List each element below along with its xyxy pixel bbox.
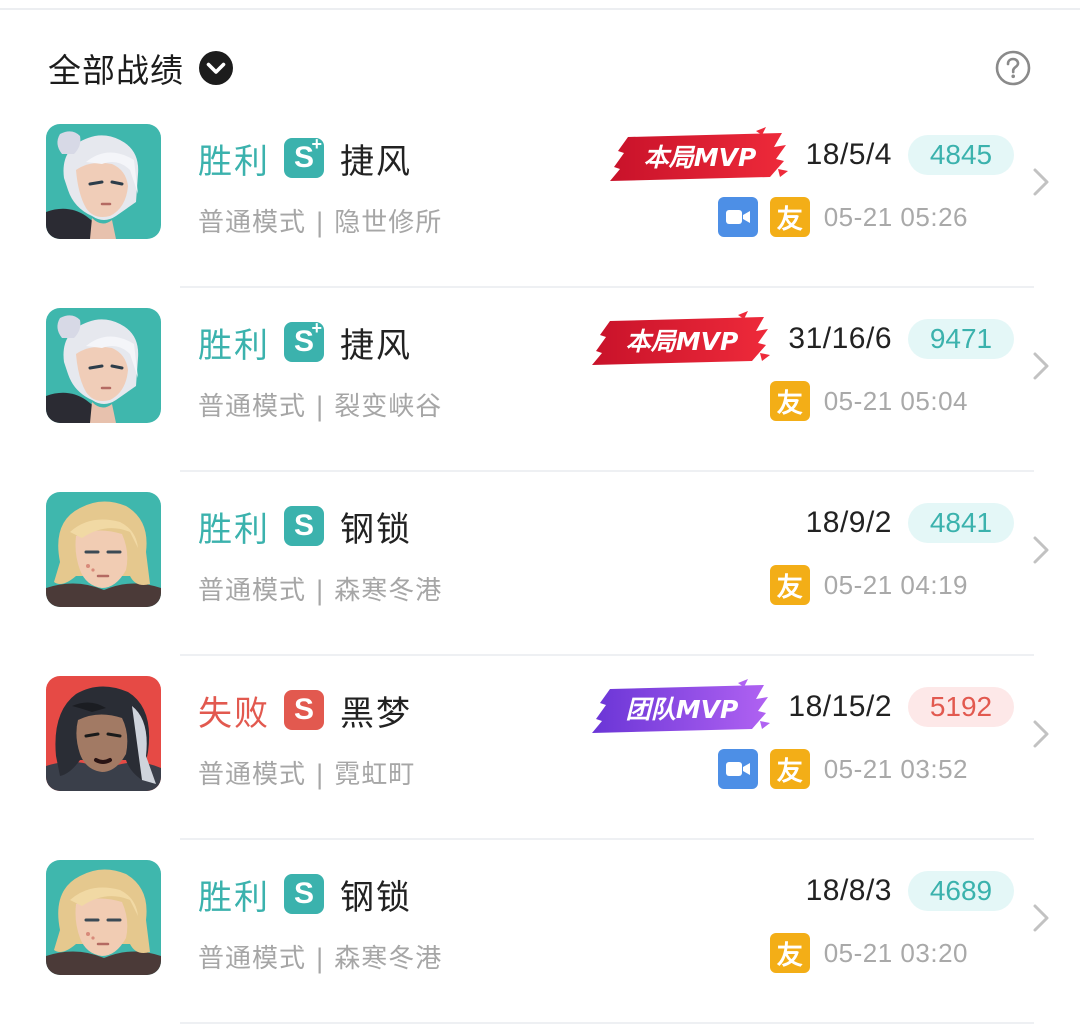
- hero-name: 捷风: [340, 325, 412, 366]
- score-pill: 9471: [908, 319, 1014, 359]
- match-row[interactable]: 胜利 S 钢锁 普通模式 | 森寒冬港 18/9/2 4841 友 05-21 …: [0, 472, 1080, 656]
- hero-avatar: [46, 676, 161, 791]
- grade-letter: S: [293, 509, 314, 542]
- grade-letter: S: [293, 877, 314, 910]
- hero-avatar: [46, 860, 161, 975]
- video-camera-icon: [725, 210, 750, 224]
- score-pill: 4841: [908, 503, 1014, 543]
- chevron-right-icon: [1033, 168, 1049, 196]
- mode-map: 普通模式 | 霓虹町: [198, 760, 416, 790]
- match-result: 胜利: [198, 141, 270, 182]
- top-divider: [0, 8, 1080, 10]
- match-meta: 友 05-21 05:26: [717, 196, 968, 238]
- match-stats: 本局MVP 31/16/6 9471: [588, 311, 1014, 365]
- match-mvp-badge: 本局MVP: [592, 311, 771, 365]
- match-result: 失败: [198, 693, 270, 734]
- match-time: 05-21 03:20: [823, 937, 968, 968]
- match-row[interactable]: 胜利 S + 捷风 普通模式 | 隐世修所 本局MVP 18/5/4 4845 …: [0, 104, 1080, 288]
- hero-avatar: [46, 492, 161, 607]
- kda: 18/15/2: [788, 690, 892, 723]
- friend-badge: 友: [769, 197, 810, 237]
- svg-text:本局MVP: 本局MVP: [626, 327, 739, 356]
- grade-badge: S +: [284, 318, 324, 362]
- match-summary: 胜利 S + 捷风: [198, 318, 412, 366]
- match-stats: 本局MVP 18/5/4 4845: [606, 127, 1014, 181]
- friend-badge: 友: [769, 749, 810, 789]
- match-time: 05-21 04:19: [823, 569, 968, 600]
- match-time: 05-21 03:52: [823, 753, 968, 784]
- question-icon[interactable]: [994, 49, 1032, 87]
- video-badge[interactable]: [717, 749, 758, 789]
- mode-map: 普通模式 | 森寒冬港: [198, 576, 443, 606]
- match-row[interactable]: 胜利 S 钢锁 普通模式 | 森寒冬港 18/8/3 4689 友 05-21 …: [0, 840, 1080, 1024]
- chevron-down-icon: [199, 51, 233, 85]
- match-stats: 团队MVP 18/15/2 5192: [588, 679, 1014, 733]
- grade-plus: +: [311, 134, 322, 154]
- chevron-right-icon: [1033, 352, 1049, 380]
- match-mvp-badge: 本局MVP: [609, 127, 788, 181]
- match-row[interactable]: 胜利 S + 捷风 普通模式 | 裂变峡谷 本局MVP 31/16/6 9471…: [0, 288, 1080, 472]
- match-meta: 友 05-21 04:19: [769, 564, 968, 606]
- chevron-right-icon: [1033, 536, 1049, 564]
- grade-badge: S +: [284, 134, 324, 178]
- match-list: 胜利 S + 捷风 普通模式 | 隐世修所 本局MVP 18/5/4 4845 …: [0, 104, 1080, 1024]
- svg-text:团队MVP: 团队MVP: [626, 695, 739, 724]
- match-result: 胜利: [198, 509, 270, 550]
- grade-letter: S: [293, 693, 314, 726]
- kda: 31/16/6: [788, 322, 892, 355]
- page-title: 全部战绩: [48, 51, 184, 90]
- score-pill: 5192: [908, 687, 1014, 727]
- filter-dropdown[interactable]: 全部战绩: [48, 44, 234, 92]
- match-summary: 胜利 S + 捷风: [198, 134, 412, 182]
- match-summary: 失败 S 黑梦: [198, 686, 412, 734]
- hero-name: 捷风: [340, 141, 412, 182]
- match-summary: 胜利 S 钢锁: [198, 870, 412, 918]
- team-mvp-badge: 团队MVP: [592, 679, 771, 733]
- grade-badge: S: [284, 506, 324, 546]
- friend-badge: 友: [769, 565, 810, 605]
- hero-name: 钢锁: [340, 509, 412, 550]
- match-time: 05-21 05:04: [823, 385, 968, 416]
- kda: 18/5/4: [805, 138, 892, 171]
- match-history-header: 全部战绩: [48, 40, 1032, 96]
- friend-badge: 友: [769, 381, 810, 421]
- kda: 18/9/2: [805, 506, 892, 539]
- match-meta: 友 05-21 03:52: [717, 748, 968, 790]
- score-pill: 4689: [908, 871, 1014, 911]
- video-badge[interactable]: [717, 197, 758, 237]
- hero-name: 黑梦: [340, 693, 412, 734]
- match-summary: 胜利 S 钢锁: [198, 502, 412, 550]
- chevron-right-icon: [1033, 720, 1049, 748]
- mode-map: 普通模式 | 森寒冬港: [198, 944, 443, 974]
- mode-map: 普通模式 | 裂变峡谷: [198, 392, 443, 422]
- match-stats: 18/8/3 4689: [806, 866, 1014, 916]
- mode-map: 普通模式 | 隐世修所: [198, 208, 443, 238]
- score-pill: 4845: [908, 135, 1014, 175]
- match-stats: 18/9/2 4841: [806, 498, 1014, 548]
- match-meta: 友 05-21 05:04: [769, 380, 968, 422]
- grade-badge: S: [284, 690, 324, 730]
- hero-avatar: [46, 124, 161, 239]
- kda: 18/8/3: [805, 874, 892, 907]
- grade-badge: S: [284, 874, 324, 914]
- match-result: 胜利: [198, 877, 270, 918]
- chevron-right-icon: [1033, 904, 1049, 932]
- hero-name: 钢锁: [340, 877, 412, 918]
- hero-avatar: [46, 308, 161, 423]
- match-meta: 友 05-21 03:20: [769, 932, 968, 974]
- match-time: 05-21 05:26: [823, 201, 968, 232]
- friend-badge: 友: [769, 933, 810, 973]
- match-row[interactable]: 失败 S 黑梦 普通模式 | 霓虹町 团队MVP 18/15/2 5192 友 …: [0, 656, 1080, 840]
- svg-text:本局MVP: 本局MVP: [643, 143, 756, 172]
- grade-plus: +: [311, 318, 322, 338]
- video-camera-icon: [725, 762, 750, 776]
- match-result: 胜利: [198, 325, 270, 366]
